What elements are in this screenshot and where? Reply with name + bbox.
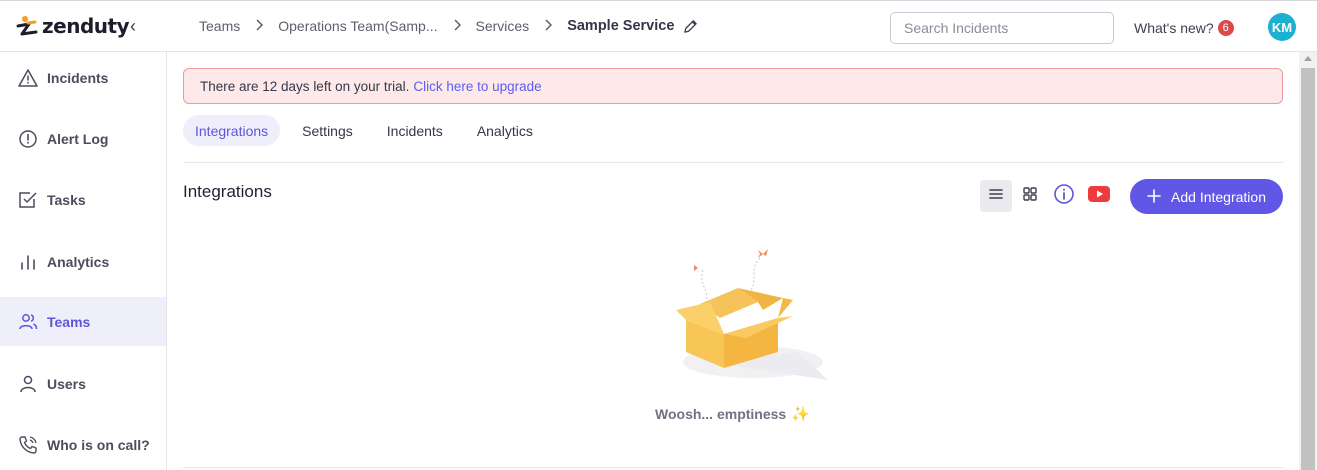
grid-view-button[interactable]	[1014, 180, 1046, 212]
scroll-up-arrow-icon[interactable]	[1304, 56, 1312, 61]
info-icon	[1053, 183, 1075, 210]
bar-chart-icon	[18, 252, 38, 272]
sidebar-item-tasks[interactable]: Tasks	[0, 175, 166, 224]
warning-triangle-icon	[18, 68, 38, 88]
sidebar-item-users[interactable]: Users	[0, 359, 166, 408]
checkbox-icon	[18, 190, 38, 210]
add-integration-label: Add Integration	[1171, 188, 1266, 205]
whats-new-link[interactable]: What's new? 6	[1134, 20, 1234, 36]
breadcrumb-team[interactable]: Operations Team(Samp...	[278, 18, 437, 34]
brand-name: zenduty	[42, 14, 130, 38]
info-button[interactable]	[1048, 180, 1080, 212]
upgrade-link[interactable]: Click here to upgrade	[413, 79, 541, 94]
sidebar-item-analytics[interactable]: Analytics	[0, 237, 166, 286]
divider	[183, 467, 1283, 468]
pencil-edit-icon[interactable]	[683, 19, 698, 34]
breadcrumb-separator-icon	[453, 18, 461, 34]
phone-icon	[18, 435, 38, 455]
grid-icon	[1022, 186, 1038, 207]
breadcrumb-separator-icon	[544, 18, 553, 34]
top-header: zenduty ‹ Teams Operations Team(Samp... …	[0, 0, 1317, 52]
service-tabs: Integrations Settings Incidents Analytic…	[183, 115, 555, 146]
sidebar-item-label: Incidents	[47, 69, 109, 86]
whats-new-badge: 6	[1217, 20, 1234, 36]
breadcrumb-separator-icon	[255, 18, 264, 34]
sidebar-item-label: Alert Log	[47, 130, 109, 147]
zenduty-logo-icon	[16, 14, 40, 38]
breadcrumb-current: Sample Service	[567, 18, 675, 34]
scrollbar-thumb[interactable]	[1301, 68, 1315, 470]
empty-state-message: Woosh... emptiness ✨	[655, 405, 810, 423]
collapse-sidebar-icon[interactable]: ‹	[130, 16, 136, 37]
search-incidents-input[interactable]	[890, 12, 1114, 44]
sidebar: Incidents Alert Log Tasks Analytics Team…	[0, 52, 167, 470]
breadcrumb-services[interactable]: Services	[476, 18, 530, 34]
sidebar-item-label: Tasks	[47, 191, 86, 208]
trial-banner: There are 12 days left on your trial. Cl…	[183, 68, 1283, 104]
tab-integrations[interactable]: Integrations	[183, 115, 281, 146]
add-integration-button[interactable]: Add Integration	[1130, 179, 1283, 214]
tab-incidents[interactable]: Incidents	[375, 115, 455, 146]
user-avatar[interactable]: KM	[1268, 13, 1296, 41]
sidebar-item-incidents[interactable]: Incidents	[0, 53, 166, 102]
youtube-tutorial-button[interactable]	[1083, 180, 1115, 212]
list-view-button[interactable]	[980, 180, 1012, 212]
zenduty-logo[interactable]: zenduty	[16, 14, 130, 38]
empty-box-illustration	[648, 240, 838, 390]
sidebar-item-label: Teams	[47, 313, 91, 330]
tab-analytics[interactable]: Analytics	[465, 115, 545, 146]
sidebar-item-label: Who is on call?	[47, 436, 150, 453]
user-icon	[18, 374, 38, 394]
sparkles-icon: ✨	[791, 406, 810, 423]
breadcrumb: Teams Operations Team(Samp... Services S…	[199, 18, 698, 34]
youtube-icon	[1088, 185, 1110, 207]
sidebar-item-alert-log[interactable]: Alert Log	[0, 114, 166, 163]
alert-circle-icon	[18, 129, 38, 149]
sidebar-item-teams[interactable]: Teams	[0, 297, 166, 346]
tab-settings[interactable]: Settings	[290, 115, 365, 146]
empty-state-text: Woosh... emptiness	[655, 406, 787, 422]
users-icon	[18, 312, 38, 332]
sidebar-item-who-is-on-call[interactable]: Who is on call?	[0, 420, 166, 469]
section-title: Integrations	[183, 182, 272, 201]
list-icon	[988, 186, 1004, 207]
breadcrumb-teams[interactable]: Teams	[199, 18, 240, 34]
plus-icon	[1147, 187, 1161, 207]
sidebar-item-label: Analytics	[47, 253, 110, 270]
trial-banner-text: There are 12 days left on your trial.	[200, 78, 410, 94]
divider	[183, 162, 1283, 163]
sidebar-item-label: Users	[47, 375, 86, 392]
whats-new-label: What's new?	[1134, 20, 1214, 36]
